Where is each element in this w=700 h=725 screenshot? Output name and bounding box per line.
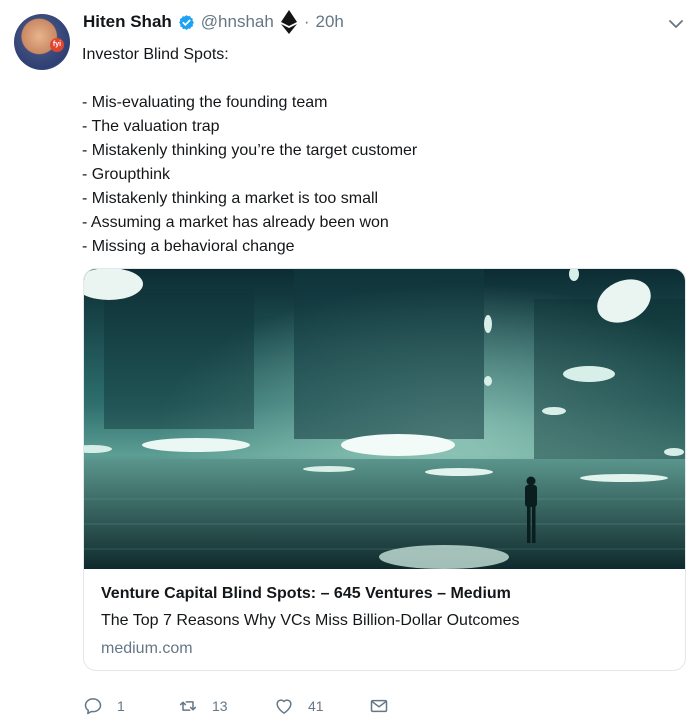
tweet-header: Hiten Shah @hnshah · 20h bbox=[83, 9, 344, 35]
reply-count: 1 bbox=[117, 698, 125, 714]
retweet-count: 13 bbox=[212, 698, 228, 714]
user-handle[interactable]: @hnshah bbox=[201, 12, 274, 32]
reply-icon bbox=[84, 698, 102, 715]
tweet-actions: 1 13 41 bbox=[83, 692, 389, 720]
tweet-timestamp[interactable]: 20h bbox=[316, 12, 344, 32]
like-button[interactable]: 41 bbox=[274, 696, 369, 716]
card-description: The Top 7 Reasons Why VCs Miss Billion-D… bbox=[101, 612, 520, 629]
heart-icon bbox=[276, 699, 292, 714]
envelope-icon bbox=[370, 699, 388, 713]
card-image bbox=[84, 269, 685, 569]
tweet-text: Investor Blind Spots: - Mis-evaluating t… bbox=[82, 46, 418, 255]
verified-badge-icon bbox=[178, 14, 194, 30]
avatar[interactable]: fyi bbox=[14, 14, 70, 70]
separator-dot: · bbox=[303, 12, 310, 31]
card-title: Venture Capital Blind Spots: – 645 Ventu… bbox=[101, 585, 511, 602]
direct-message-button[interactable] bbox=[369, 696, 389, 716]
display-name[interactable]: Hiten Shah bbox=[83, 12, 172, 32]
card-domain: medium.com bbox=[101, 640, 193, 657]
retweet-button[interactable]: 13 bbox=[178, 696, 274, 716]
reply-button[interactable]: 1 bbox=[83, 696, 178, 716]
like-count: 41 bbox=[308, 698, 324, 714]
link-card[interactable]: Venture Capital Blind Spots: – 645 Ventu… bbox=[83, 268, 686, 671]
ethereum-icon bbox=[280, 10, 297, 34]
fyi-badge-icon: fyi bbox=[50, 38, 64, 52]
chevron-down-icon[interactable] bbox=[668, 18, 684, 30]
retweet-icon bbox=[179, 701, 197, 711]
